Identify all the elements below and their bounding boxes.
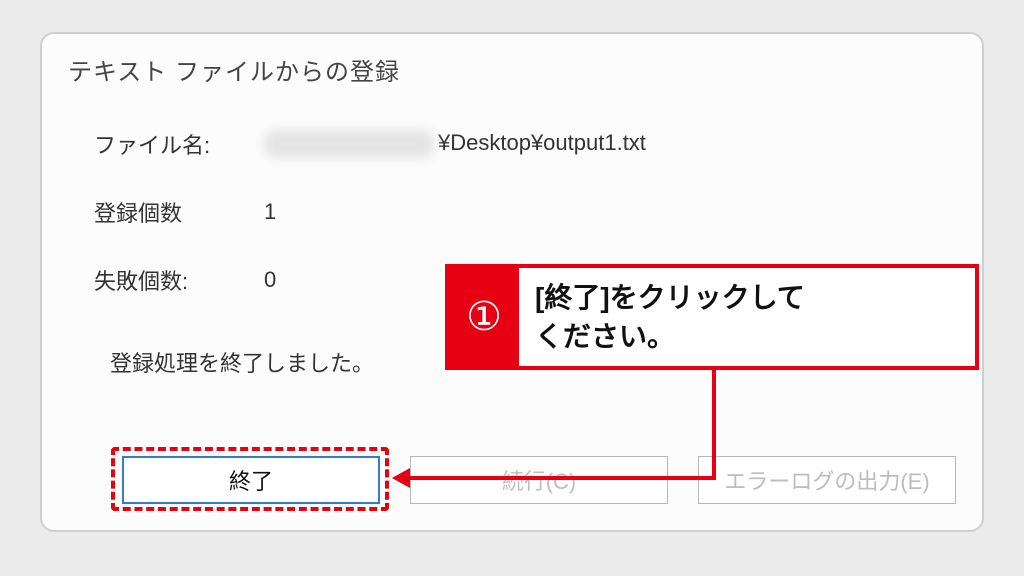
step-number-badge: ① <box>449 268 519 366</box>
export-error-log-button[interactable]: エラーログの出力(E) <box>698 456 956 504</box>
file-path-suffix: ¥Desktop¥output1.txt <box>438 130 646 155</box>
status-message: 登録処理を終了しました。 <box>110 346 374 378</box>
annotation-arrowhead-icon <box>392 468 410 488</box>
annotation-leader-horizontal <box>408 476 716 480</box>
instruction-text: [終了]をクリックして ください。 <box>519 268 827 366</box>
annotation-leader-vertical <box>712 366 716 480</box>
instruction-callout: ① [終了]をクリックして ください。 <box>445 264 979 370</box>
redacted-path-prefix <box>264 130 434 158</box>
button-row: 終了 続行(C) エラーログの出力(E) <box>122 456 956 504</box>
registered-count-value: 1 <box>264 199 276 225</box>
continue-button[interactable]: 続行(C) <box>410 456 668 504</box>
dialog-title: テキスト ファイルからの登録 <box>68 52 400 87</box>
registered-count-row: 登録個数 1 <box>94 196 942 228</box>
file-name-row: ファイル名: ¥Desktop¥output1.txt <box>94 128 942 160</box>
failed-count-value: 0 <box>264 267 276 293</box>
file-name-label: ファイル名: <box>94 128 264 160</box>
failed-count-label: 失敗個数: <box>94 264 264 296</box>
finish-button[interactable]: 終了 <box>122 456 380 504</box>
file-name-value: ¥Desktop¥output1.txt <box>264 130 646 158</box>
registered-count-label: 登録個数 <box>94 196 264 228</box>
